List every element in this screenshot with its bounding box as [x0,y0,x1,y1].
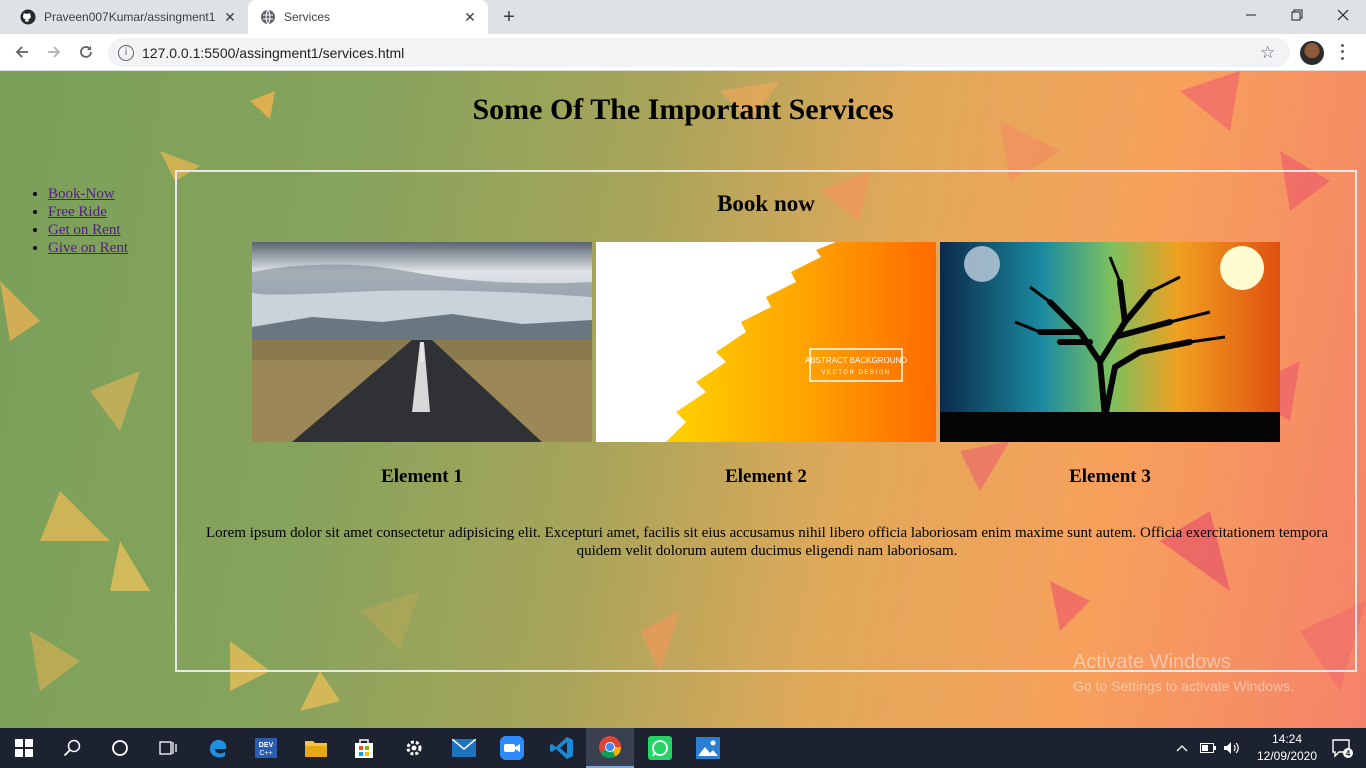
side-nav: Book-Now Free Ride Get on Rent Give on R… [48,185,128,257]
abstract-orange-background-image: ABSTRACT BACKGROUND VECTOR DESIGN [596,242,936,442]
page-viewport: Some Of The Important Services Book-Now … [0,71,1366,728]
card-label: Element 2 [725,466,807,487]
photos-icon[interactable] [684,728,732,768]
task-view-icon[interactable] [144,728,192,768]
watermark-subtitle: Go to Settings to activate Windows. [1073,678,1294,694]
activate-windows-watermark: Activate Windows Go to Settings to activ… [1073,651,1294,694]
image-text: VECTOR DESIGN [821,370,890,376]
nav-link-book-now[interactable]: Book-Now [48,186,115,202]
tab-strip: Praveen007Kumar/assingment1 ✕ Services ✕… [0,0,1366,34]
notification-count: 4 [1346,749,1351,758]
nav-link-get-on-rent[interactable]: Get on Rent [48,222,121,238]
chrome-icon[interactable] [586,728,634,768]
windows-start-icon[interactable] [0,728,48,768]
svg-text:DEV: DEV [259,742,274,749]
star-icon[interactable]: ☆ [1260,43,1280,63]
zoom-icon[interactable] [488,728,536,768]
minimize-button[interactable] [1228,0,1274,30]
card-label: Element 1 [381,466,463,487]
nav-link-free-ride[interactable]: Free Ride [48,204,107,220]
card-label: Element 3 [1069,466,1151,487]
file-explorer-icon[interactable] [292,728,340,768]
tab-title: Services [284,10,331,24]
avatar[interactable] [1300,41,1324,65]
svg-text:C++: C++ [259,750,272,757]
devcpp-icon[interactable]: DEV C++ [242,728,290,768]
address-bar[interactable]: i 127.0.0.1:5500/assingment1/services.ht… [108,38,1290,67]
taskbar: DEV C++ 14:24 12/09/2020 4 [0,728,1366,768]
nav-item-free-ride: Free Ride [48,203,128,221]
globe-icon [260,9,276,25]
system-clock[interactable]: 14:24 12/09/2020 [1256,731,1318,765]
description-paragraph: Lorem ipsum dolor sit amet consectetur a… [205,525,1329,559]
close-window-button[interactable] [1320,0,1366,30]
tab-github[interactable]: Praveen007Kumar/assingment1 ✕ [8,0,248,34]
services-section: Book now ABSTRACT BACKGROUND VECTOR DESI… [175,170,1357,672]
road-landscape-image [252,242,592,442]
cortana-icon[interactable] [96,728,144,768]
chevron-up-icon[interactable] [1170,728,1194,768]
edge-icon[interactable] [194,728,242,768]
close-icon[interactable]: ✕ [222,9,238,25]
nav-item-give-on-rent: Give on Rent [48,239,128,257]
reload-button[interactable] [72,38,100,66]
vscode-icon[interactable] [538,728,586,768]
info-icon[interactable]: i [118,44,134,61]
store-icon[interactable] [340,728,388,768]
browser-toolbar: i 127.0.0.1:5500/assingment1/services.ht… [0,34,1366,71]
restore-button[interactable] [1274,0,1320,30]
whatsapp-icon[interactable] [636,728,684,768]
section-title: Book now [717,191,815,216]
nav-item-book-now: Book-Now [48,185,128,203]
clock-time: 14:24 [1271,732,1303,746]
mail-icon[interactable] [440,728,488,768]
notification-icon[interactable]: 4 [1318,728,1366,768]
close-icon[interactable]: ✕ [462,9,478,25]
search-icon[interactable] [48,728,96,768]
menu-icon[interactable] [1334,42,1350,62]
forward-button[interactable] [40,38,68,66]
clock-date: 12/09/2020 [1256,749,1318,763]
new-tab-button[interactable]: + [498,6,520,28]
battery-icon[interactable] [1196,728,1220,768]
nav-link-give-on-rent[interactable]: Give on Rent [48,240,128,256]
tree-night-sun-image [940,242,1280,442]
image-text: ABSTRACT BACKGROUND [805,356,907,365]
url-text: 127.0.0.1:5500/assingment1/services.html [142,44,405,61]
volume-icon[interactable] [1220,728,1244,768]
watermark-title: Activate Windows [1073,651,1231,673]
github-icon [20,9,36,25]
back-button[interactable] [8,38,36,66]
nav-item-get-on-rent: Get on Rent [48,221,128,239]
settings-icon[interactable] [390,728,438,768]
tab-title: Praveen007Kumar/assingment1 [44,10,216,24]
tab-services[interactable]: Services ✕ [248,0,488,34]
page-title: Some Of The Important Services [472,93,894,126]
